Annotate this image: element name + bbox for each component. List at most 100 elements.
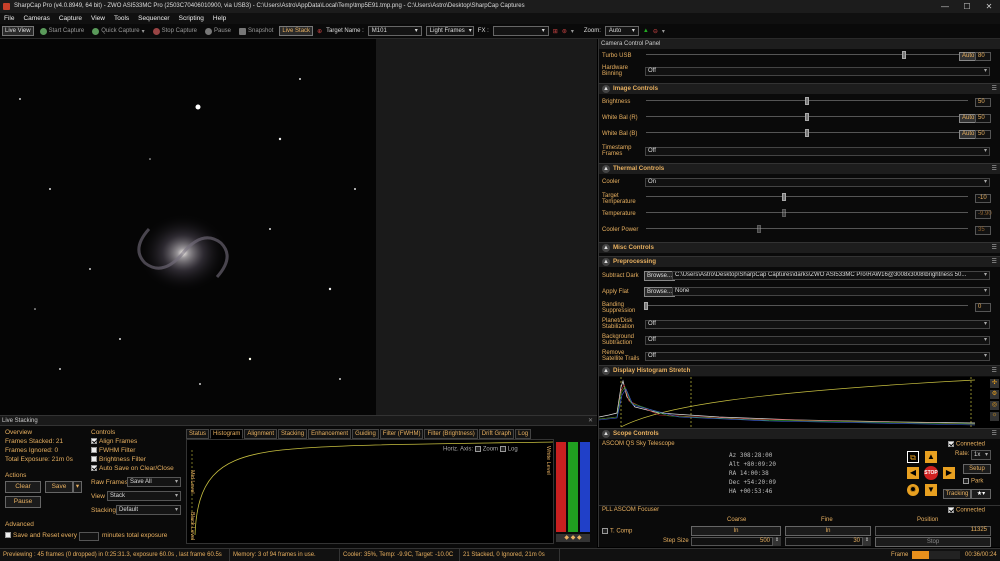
wb-red-value[interactable]: 50 <box>975 114 991 123</box>
zoom-select[interactable]: Auto ▾ <box>604 26 639 36</box>
tab-enhancement[interactable]: Enhancement <box>308 429 352 439</box>
banding-slider[interactable] <box>644 302 968 310</box>
save-button[interactable]: Save <box>45 481 73 493</box>
scope-connected-checkbox[interactable] <box>948 441 954 447</box>
target-name-input[interactable]: M101 ▾ <box>367 26 422 36</box>
reset-icon[interactable]: ⚙ <box>990 390 999 399</box>
fine-step-spinner[interactable]: ⇕ <box>863 537 871 546</box>
move-icon[interactable]: ✣ <box>990 379 999 388</box>
reticle-icon[interactable]: ⊛ <box>562 28 567 35</box>
pause-button[interactable]: Pause <box>203 27 233 36</box>
menu-icon[interactable]: ☰ <box>991 257 997 267</box>
chevron-down-icon[interactable]: ▾ <box>662 28 665 35</box>
brightness-slider[interactable] <box>646 97 968 105</box>
chevron-down-icon[interactable]: ▾ <box>571 28 574 35</box>
star-icon[interactable]: ★▾ <box>971 489 991 499</box>
target-temp-thumb[interactable] <box>782 193 787 201</box>
tab-stacking[interactable]: Stacking <box>278 429 308 439</box>
menu-icon[interactable]: ☰ <box>991 366 997 376</box>
preprocessing-header[interactable]: Preprocessing ☰ <box>599 256 1000 267</box>
menu-capture[interactable]: Capture <box>59 13 82 24</box>
coarse-in-button[interactable]: In <box>691 526 781 536</box>
rgb-level-bars[interactable]: ◆ ◆ ◆ <box>556 438 594 544</box>
menu-cameras[interactable]: Cameras <box>23 13 49 24</box>
maximize-button[interactable]: ☐ <box>956 0 978 13</box>
turbo-usb-value[interactable]: 80 <box>975 52 991 61</box>
menu-file[interactable]: File <box>4 13 14 24</box>
save-reset-checkbox[interactable] <box>5 532 11 539</box>
save-reset-minutes-input[interactable] <box>79 532 99 541</box>
live-view-button[interactable]: Live View <box>2 26 34 36</box>
align-frames-checkbox[interactable] <box>91 438 97 445</box>
cooler-select[interactable]: On <box>645 178 990 187</box>
wb-blue-thumb[interactable] <box>805 129 809 137</box>
slew-south-button[interactable]: ▼ <box>925 484 937 496</box>
scope-controls-header[interactable]: Scope Controls ☰ <box>599 428 1000 439</box>
tab-alignment[interactable]: Alignment <box>244 429 278 439</box>
settings-icon[interactable]: ◎ <box>990 401 999 410</box>
raw-frames-select[interactable]: Save All <box>127 477 181 487</box>
slew-north-button[interactable]: ▲ <box>925 451 937 463</box>
tracking-button[interactable]: Tracking <box>943 489 971 499</box>
hardware-binning-select[interactable]: Off <box>645 67 990 76</box>
planet-stab-select[interactable]: Off <box>645 320 990 329</box>
t-comp-checkbox[interactable] <box>602 528 608 534</box>
close-button[interactable]: ✕ <box>978 0 1000 13</box>
frame-type-select[interactable]: Light Frames ▾ <box>425 26 474 36</box>
menu-scripting[interactable]: Scripting <box>179 13 204 24</box>
park-checkbox[interactable] <box>963 478 969 484</box>
stack-histogram[interactable]: Mid Level Black Level White Level Horiz.… <box>186 439 554 544</box>
banding-thumb[interactable] <box>644 302 648 310</box>
fine-in-button[interactable]: In <box>785 526 871 536</box>
menu-icon[interactable]: ☰ <box>991 243 997 253</box>
brightness-value[interactable]: 50 <box>975 98 991 107</box>
image-viewer[interactable] <box>0 39 597 415</box>
apply-flat-browse-button[interactable]: Browse... <box>644 287 676 297</box>
menu-tools[interactable]: Tools <box>114 13 129 24</box>
clear-button[interactable]: Clear <box>5 481 41 493</box>
scope-stop-button[interactable]: STOP <box>924 466 938 480</box>
rate-select[interactable]: 1x <box>971 450 991 460</box>
log-checkbox[interactable] <box>499 446 506 452</box>
misc-controls-header[interactable]: Misc Controls ☰ <box>599 242 1000 253</box>
slew-east-button[interactable]: ▶ <box>943 467 955 479</box>
target-temp-slider[interactable] <box>646 193 968 201</box>
stacking-select[interactable]: Default <box>116 505 181 515</box>
brightness-filter-checkbox[interactable] <box>91 456 97 463</box>
menu-icon[interactable]: ☰ <box>991 164 997 174</box>
tab-filter-brightness[interactable]: Filter (Brightness) <box>424 429 478 439</box>
tab-drift-graph[interactable]: Drift Graph <box>478 429 515 439</box>
fwhm-filter-checkbox[interactable] <box>91 447 97 454</box>
display-histogram-header[interactable]: Display Histogram Stretch ☰ <box>599 365 1000 376</box>
park-row[interactable]: Park <box>963 478 983 485</box>
start-capture-button[interactable]: Start Capture <box>38 27 87 36</box>
apply-flat-select[interactable]: None <box>672 287 990 296</box>
save-dropdown-button[interactable]: ▾ <box>73 481 82 493</box>
green-level-bar[interactable] <box>568 442 578 532</box>
image-controls-header[interactable]: Image Controls ☰ <box>599 83 1000 94</box>
coarse-step-input[interactable]: 500 <box>691 537 773 546</box>
fwhm-filter-row[interactable]: FWHM Filter <box>91 447 135 454</box>
wb-red-slider[interactable] <box>646 113 968 121</box>
focuser-connected-checkbox[interactable] <box>948 507 954 513</box>
autosave-checkbox[interactable] <box>91 465 97 472</box>
scope-setup-button[interactable]: Setup <box>963 464 991 474</box>
tab-log[interactable]: Log <box>515 429 532 439</box>
menu-view[interactable]: View <box>91 13 105 24</box>
fine-step-input[interactable]: 30 <box>785 537 863 546</box>
timestamp-select[interactable]: Off <box>645 147 990 156</box>
auto-stretch-icon[interactable]: ☼ <box>990 412 999 421</box>
menu-sequencer[interactable]: Sequencer <box>138 13 169 24</box>
tab-guiding[interactable]: Guiding <box>352 429 379 439</box>
t-comp-row[interactable]: T. Comp <box>602 528 632 535</box>
coarse-step-spinner[interactable]: ⇕ <box>773 537 781 546</box>
view-select[interactable]: Stack <box>107 491 181 501</box>
slew-west-button[interactable]: ◀ <box>907 467 919 479</box>
autosave-row[interactable]: Auto Save on Clear/Close <box>91 465 174 472</box>
quick-capture-button[interactable]: Quick Capture ▾ <box>90 27 146 36</box>
level-controls[interactable]: ◆ ◆ ◆ <box>556 534 590 542</box>
banding-value[interactable]: 0 <box>975 303 991 312</box>
crosshair-icon[interactable]: ⊞ <box>553 28 558 35</box>
subtract-dark-select[interactable]: C:\Users\Astro\Desktop\SharpCap Captures… <box>672 271 990 280</box>
live-stack-button[interactable]: Live Stack <box>279 26 314 36</box>
